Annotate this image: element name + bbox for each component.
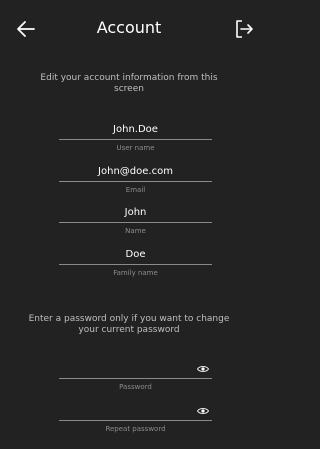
app-header: Account <box>0 0 258 56</box>
intro-text: Edit your account information from this … <box>40 73 218 94</box>
password-row <box>59 362 212 382</box>
password-label: Password <box>119 383 152 391</box>
email-label: Email <box>125 186 146 194</box>
family-name-input[interactable] <box>59 248 212 262</box>
username-input[interactable] <box>59 123 212 137</box>
name-input[interactable] <box>59 206 212 220</box>
email-input[interactable] <box>59 165 212 179</box>
username-underline <box>59 139 212 140</box>
family-name-label: Family name <box>113 269 158 277</box>
email-underline <box>59 181 212 182</box>
repeat-password-row <box>59 404 212 424</box>
family-name-underline <box>59 264 212 265</box>
page-title: Account <box>96 18 162 37</box>
eye-icon[interactable] <box>197 364 209 374</box>
username-label: User name <box>116 144 155 152</box>
password-note: Enter a password only if you want to cha… <box>28 314 230 335</box>
username-field: User name <box>59 123 212 153</box>
name-field: Name <box>59 206 212 236</box>
repeat-password-label: Repeat password <box>105 425 166 433</box>
family-name-field: Family name <box>59 248 212 278</box>
name-label: Name <box>125 227 146 235</box>
email-field: Email <box>59 165 212 195</box>
password-field: Password <box>59 362 212 392</box>
repeat-password-field: Repeat password <box>59 404 212 434</box>
eye-icon[interactable] <box>197 406 209 416</box>
password-input[interactable] <box>59 367 189 382</box>
name-underline <box>59 222 212 223</box>
logout-icon[interactable] <box>232 17 256 41</box>
repeat-password-input[interactable] <box>59 409 189 424</box>
